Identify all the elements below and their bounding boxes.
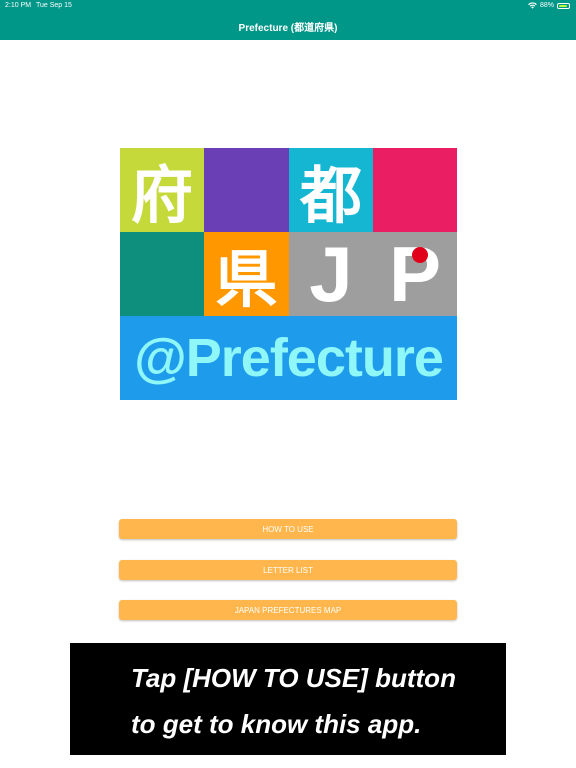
status-bar: 2:10 PM Tue Sep 15 88%: [0, 0, 576, 12]
status-time: 2:10 PM: [5, 2, 32, 9]
logo-tile-fu: 府: [120, 148, 204, 232]
page-title: Prefecture (都道府県): [238, 22, 338, 34]
logo-letter-p: P: [389, 229, 441, 320]
logo-tile-j: J: [289, 230, 373, 318]
logo-tile-purple: [204, 148, 289, 232]
logo-tile-p: P: [373, 230, 457, 318]
battery-percent: 88%: [539, 2, 554, 9]
tip-line-1: Tap [HOW TO USE] button: [131, 663, 456, 693]
tip-overlay[interactable]: Tap [HOW TO USE] button to get to know t…: [70, 643, 506, 755]
battery-icon: [557, 2, 570, 9]
letter-list-button[interactable]: LETTER LIST: [119, 560, 457, 580]
status-indicators: 88%: [528, 2, 570, 9]
tip-line-2: to get to know this app.: [131, 709, 422, 739]
logo-tile-to: 都: [289, 148, 373, 232]
red-dot-icon: [411, 246, 428, 263]
status-date: Tue Sep 15: [36, 2, 72, 9]
logo-tile-pink: [373, 148, 457, 232]
logo-tile-green: [120, 232, 204, 316]
wifi-icon: [528, 2, 537, 9]
logo-tile-ken: 県: [204, 232, 289, 316]
app-logo: 府 都 県 J P @Prefecture: [120, 148, 457, 400]
nav-bar: Prefecture (都道府県): [0, 12, 576, 40]
japan-prefectures-map-button[interactable]: JAPAN PREFECTURES MAP: [119, 600, 457, 620]
battery-fill: [559, 4, 567, 7]
how-to-use-button[interactable]: HOW TO USE: [119, 519, 457, 539]
logo-letter-p-text: P: [388, 229, 442, 318]
logo-banner: @Prefecture: [120, 316, 457, 400]
